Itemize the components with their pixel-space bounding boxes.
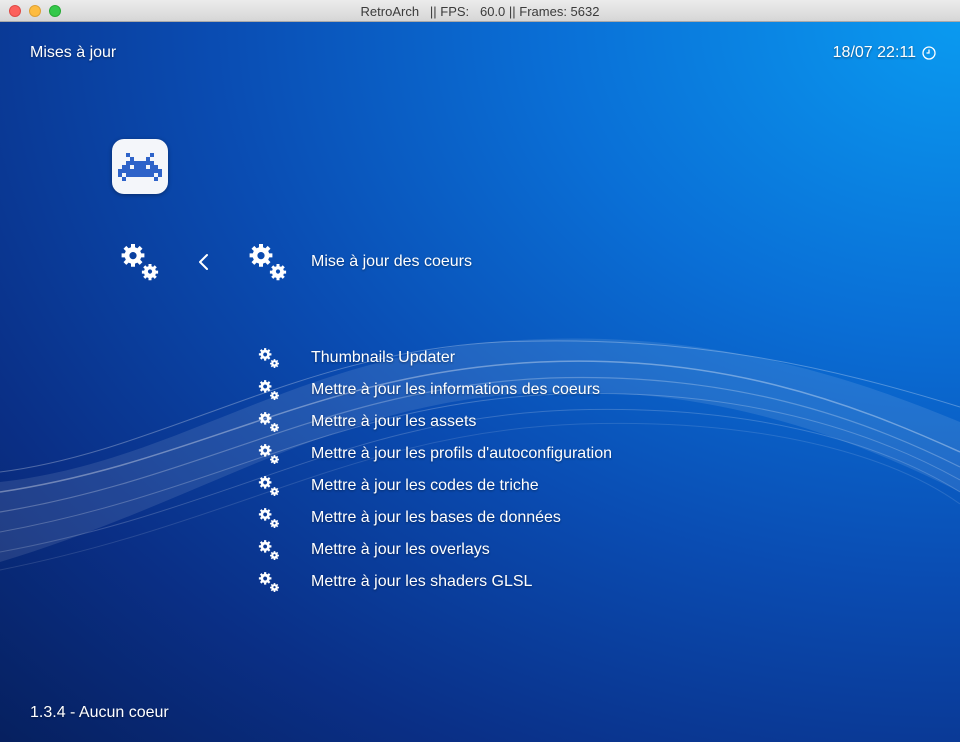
- selected-item-gears-icon: [249, 244, 287, 281]
- gears-icon: [258, 572, 279, 593]
- retroarch-invader-icon: [118, 152, 162, 181]
- window-title: RetroArch || FPS: 60.0 || Frames: 5632: [360, 4, 600, 19]
- menu-list: Thumbnails Updater Mettre à jour les inf…: [256, 342, 676, 598]
- gears-icon: [258, 540, 279, 561]
- app-window: RetroArch || FPS: 60.0 || Frames: 5632 M…: [0, 0, 960, 742]
- gears-icon: [258, 380, 279, 401]
- page-title: Mises à jour: [30, 44, 117, 61]
- clock: 18/07 22:11: [833, 44, 936, 62]
- menu-item-update-databases[interactable]: Mettre à jour les bases de données: [256, 502, 676, 534]
- menu-item-update-overlays[interactable]: Mettre à jour les overlays: [256, 534, 676, 566]
- menu-item-label: Mettre à jour les profils d'autoconfigur…: [311, 445, 612, 462]
- version-status: 1.3.4 - Aucun coeur: [30, 704, 169, 721]
- menu-item-label: Mettre à jour les shaders GLSL: [311, 573, 533, 590]
- gears-icon: [258, 444, 279, 465]
- menu-item-label: Thumbnails Updater: [311, 349, 456, 366]
- menu-item-label: Mettre à jour les assets: [311, 413, 477, 430]
- menu-item-label: Mettre à jour les informations des coeur…: [311, 381, 601, 398]
- menu-item-label: Mettre à jour les bases de données: [311, 509, 561, 526]
- clock-text: 18/07 22:11: [832, 44, 916, 61]
- menu-item-update-core-info[interactable]: Mettre à jour les informations des coeur…: [256, 374, 676, 406]
- settings-category-icon[interactable]: [120, 242, 160, 282]
- gears-icon: [258, 348, 279, 369]
- menu-item-update-assets[interactable]: Mettre à jour les assets: [256, 406, 676, 438]
- selected-menu-item[interactable]: Mise à jour des coeurs: [311, 253, 472, 271]
- gears-icon: [258, 508, 279, 529]
- menu-item-label: Mettre à jour les overlays: [311, 541, 490, 558]
- menu-item-thumbnails-updater[interactable]: Thumbnails Updater: [256, 342, 676, 374]
- chevron-left-icon[interactable]: [194, 250, 214, 274]
- menu-screen: Mises à jour 18/07 22:11 Mise à jour des…: [0, 22, 960, 742]
- retroarch-logo[interactable]: [112, 139, 168, 194]
- menu-item-update-autoconfig[interactable]: Mettre à jour les profils d'autoconfigur…: [256, 438, 676, 470]
- gears-icon: [258, 476, 279, 497]
- gears-icon: [258, 412, 279, 433]
- window-titlebar[interactable]: RetroArch || FPS: 60.0 || Frames: 5632: [0, 0, 960, 22]
- clock-icon: [922, 46, 936, 60]
- menu-item-update-cheats[interactable]: Mettre à jour les codes de triche: [256, 470, 676, 502]
- menu-item-label: Mettre à jour les codes de triche: [311, 477, 539, 494]
- menu-item-update-glsl-shaders[interactable]: Mettre à jour les shaders GLSL: [256, 566, 676, 598]
